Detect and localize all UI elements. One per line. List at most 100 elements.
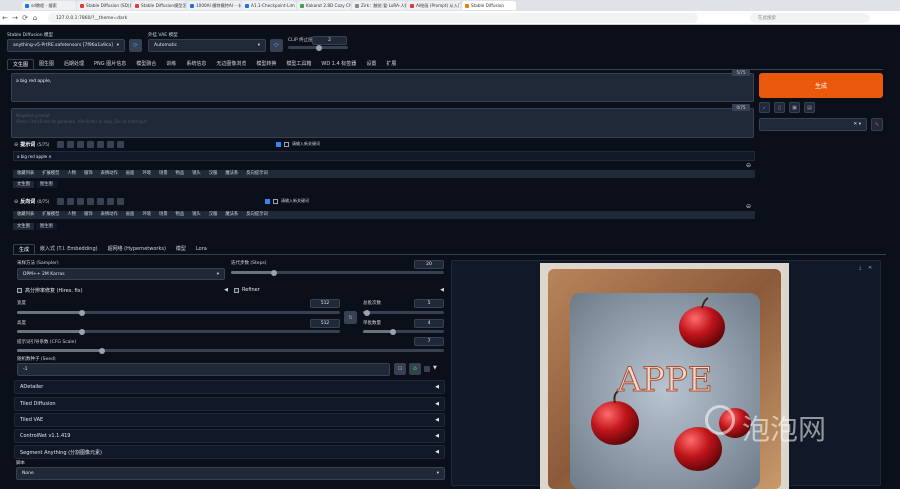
category-tab[interactable]: 人物: [63, 211, 80, 218]
tool-icon[interactable]: [117, 198, 125, 205]
browser-tab[interactable]: Stable Diffusion模型怎么下载: [132, 1, 186, 10]
close-icon[interactable]: ✕: [868, 265, 872, 271]
browser-tab[interactable]: Zirk：触觉·爱·LoRA·人物艺术: [352, 1, 406, 10]
main-tab[interactable]: 无边图像浏览: [211, 59, 251, 69]
main-tab[interactable]: 图生图: [34, 59, 59, 69]
category-tab[interactable]: 镜头: [188, 170, 205, 177]
category-tab[interactable]: 魔法系: [221, 170, 242, 177]
swap-dimensions-button[interactable]: ⇅: [344, 311, 357, 324]
download-icon[interactable]: ⤓: [859, 265, 861, 271]
category-tab[interactable]: 反向提示词: [242, 170, 271, 177]
sub-tab[interactable]: 文生图: [13, 181, 34, 188]
accordion-adetailer[interactable]: ADetailer ◀: [14, 380, 445, 394]
batch-size-slider[interactable]: [363, 328, 444, 335]
width-slider-knob[interactable]: [78, 309, 85, 316]
reuse-seed-button[interactable]: ♻: [409, 363, 421, 375]
batch-count-slider[interactable]: [363, 309, 444, 316]
steps-value[interactable]: 20: [414, 260, 444, 269]
width-value[interactable]: 512: [310, 299, 340, 308]
browser-tab[interactable]: 1000AI 模特模特AI - 卡哇伊风格: [187, 1, 241, 10]
random-seed-button[interactable]: ⚀: [394, 363, 406, 375]
collapse-icon[interactable]: ⊖: [14, 199, 18, 205]
browser-tab[interactable]: A1.1-Checkpoint-Lim Lora - Lib: [242, 1, 296, 10]
category-tab[interactable]: 魔法系: [221, 211, 242, 218]
browser-tab[interactable]: AI绘画 (Prompt) 从入门: [407, 1, 461, 10]
tool-icon[interactable]: [77, 141, 85, 148]
category-tab[interactable]: 扩展模型: [38, 170, 63, 177]
main-tab[interactable]: 训练: [161, 59, 181, 69]
category-tab[interactable]: 环境: [138, 170, 155, 177]
clipboard-button[interactable]: ▤: [804, 102, 815, 113]
category-tab[interactable]: 镜头: [188, 211, 205, 218]
tool-icon[interactable]: [107, 198, 115, 205]
steps-slider-knob[interactable]: [270, 269, 277, 276]
tag-chip[interactable]: a big red apple ✕: [17, 154, 52, 159]
address-bar[interactable]: 127.0.0.1:7860/?__theme=dark: [48, 13, 698, 23]
negative-new-keyword[interactable]: 请输入新关键词: [265, 198, 309, 204]
expand-icon[interactable]: ⊖: [746, 162, 751, 169]
forward-icon[interactable]: →: [10, 14, 20, 22]
category-tab[interactable]: 画面: [122, 170, 139, 177]
category-tab[interactable]: 汉服: [205, 211, 222, 218]
collapse-icon[interactable]: ⊖: [14, 142, 18, 148]
checkbox[interactable]: [276, 141, 281, 147]
sub-tab[interactable]: 图生图: [35, 181, 57, 188]
main-tab[interactable]: 后期处理: [59, 59, 89, 69]
batch-size-slider-knob[interactable]: [390, 328, 397, 335]
refiner-checkbox[interactable]: [234, 287, 239, 293]
tool-icon[interactable]: [77, 198, 85, 205]
batch-count-value[interactable]: 5: [414, 299, 444, 308]
category-tab[interactable]: 服饰: [80, 170, 97, 177]
cfg-slider-knob[interactable]: [99, 347, 106, 354]
clip-slider-knob[interactable]: [316, 44, 322, 51]
batch-size-value[interactable]: 4: [414, 319, 444, 328]
category-tab[interactable]: 场景: [155, 170, 172, 177]
generated-image[interactable]: APPE: [540, 263, 789, 489]
tool-icon[interactable]: [67, 141, 75, 148]
apply-style-button[interactable]: ✎: [871, 118, 883, 131]
cfg-slider[interactable]: [17, 347, 444, 354]
extra-seed-checkbox[interactable]: [424, 366, 430, 372]
script-select[interactable]: None ▾: [16, 467, 445, 480]
tool-icon[interactable]: [67, 198, 75, 205]
height-value[interactable]: 512: [310, 319, 340, 328]
main-tab[interactable]: 系统信息: [181, 59, 211, 69]
checkbox[interactable]: [284, 141, 289, 147]
sub-tab[interactable]: 图生图: [35, 223, 57, 230]
generation-tab[interactable]: 模型: [171, 244, 191, 254]
main-tab[interactable]: 模型转换: [251, 59, 281, 69]
tool-icon[interactable]: [87, 141, 95, 148]
browser-tab[interactable]: Kakarot 2.8D Cozy Checkpoint: [297, 1, 351, 10]
sub-tab[interactable]: 文生图: [13, 223, 34, 230]
generation-tab[interactable]: 嵌入式 (T.I. Embedding): [35, 244, 103, 254]
category-tab[interactable]: 表情动作: [97, 211, 122, 218]
cfg-value[interactable]: 7: [414, 337, 444, 346]
hires-fix-row[interactable]: 高分辨率修复 (Hires. fix) ◀: [17, 285, 228, 295]
category-tab[interactable]: 汉服: [205, 170, 222, 177]
accordion-segment-anything[interactable]: Segment Anything (分割图像元素) ◀: [14, 445, 445, 459]
refiner-row[interactable]: Refiner ◀: [234, 285, 444, 295]
main-tab[interactable]: 扩展: [381, 59, 401, 69]
negative-prompt-textarea[interactable]: Negative prompt (Press Ctrl+Enter to gen…: [11, 108, 754, 138]
accordion-controlnet[interactable]: ControlNet v1.1.419 ◀: [14, 429, 445, 443]
styles-select[interactable]: ✕ ▾: [759, 118, 867, 131]
category-tab[interactable]: 服饰: [80, 211, 97, 218]
checkbox[interactable]: [273, 198, 278, 204]
tool-icon[interactable]: [97, 198, 105, 205]
tool-icon[interactable]: [87, 198, 95, 205]
category-tab[interactable]: 场景: [155, 211, 172, 218]
prompt-textarea[interactable]: a big red apple,: [11, 73, 754, 102]
browser-tab[interactable]: Stable Diffusion (SD)是新: [77, 1, 131, 10]
browser-search-input[interactable]: 在此搜索: [750, 13, 870, 23]
category-tab[interactable]: 人物: [63, 170, 80, 177]
main-tab[interactable]: 设置: [361, 59, 381, 69]
home-icon[interactable]: ⌂: [30, 14, 40, 22]
hires-checkbox[interactable]: [17, 287, 22, 293]
main-tab[interactable]: 模型工具箱: [281, 59, 316, 69]
extra-networks-button[interactable]: ▣: [789, 102, 800, 113]
checkbox[interactable]: [265, 198, 270, 204]
tool-icon[interactable]: [107, 141, 115, 148]
vae-select[interactable]: Automatic ▾: [148, 39, 266, 52]
category-tab[interactable]: 画面: [122, 211, 139, 218]
positive-new-keyword[interactable]: 请输入新关键词: [276, 141, 320, 147]
